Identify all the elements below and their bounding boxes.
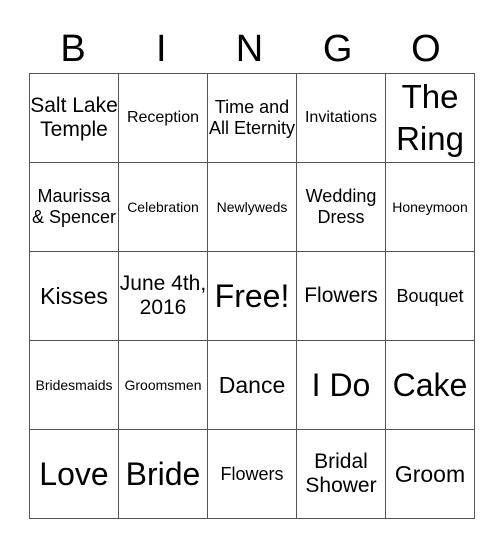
bingo-cell[interactable]: Groom [385, 429, 475, 519]
bingo-cell[interactable]: Cake [385, 340, 475, 430]
bingo-cell[interactable]: Kisses [29, 251, 119, 341]
bingo-cell[interactable]: Bride [118, 429, 208, 519]
bingo-row: Maurissa & Spencer Celebration Newlyweds… [29, 162, 475, 252]
bingo-cell[interactable]: Wedding Dress [296, 162, 386, 252]
bingo-cell[interactable]: Groomsmen [118, 340, 208, 430]
free-space-cell[interactable]: Free! [207, 251, 297, 341]
bingo-cell[interactable]: Celebration [118, 162, 208, 252]
bingo-cell[interactable]: Invitations [296, 73, 386, 163]
bingo-cell[interactable]: Reception [118, 73, 208, 163]
header-letter-g: G [322, 28, 353, 70]
bingo-cell[interactable]: Love [29, 429, 119, 519]
bingo-cell[interactable]: June 4th, 2016 [118, 251, 208, 341]
header-letter-i: I [156, 28, 167, 70]
bingo-cell[interactable]: Maurissa & Spencer [29, 162, 119, 252]
bingo-header: B I N G O [29, 24, 470, 74]
header-letter-o: O [411, 28, 441, 70]
bingo-cell[interactable]: Flowers [296, 251, 386, 341]
bingo-cell[interactable]: Bridal Shower [296, 429, 386, 519]
bingo-cell[interactable]: Time and All Eternity [207, 73, 297, 163]
bingo-cell[interactable]: Dance [207, 340, 297, 430]
bingo-cell[interactable]: Bouquet [385, 251, 475, 341]
header-letter-b: B [60, 28, 86, 70]
header-letter-n: N [235, 28, 264, 70]
bingo-cell[interactable]: Honeymoon [385, 162, 475, 252]
bingo-cell[interactable]: The Ring [385, 73, 475, 163]
bingo-cell[interactable]: Newlyweds [207, 162, 297, 252]
bingo-cell[interactable]: Salt Lake Temple [29, 73, 119, 163]
bingo-row: Love Bride Flowers Bridal Shower Groom [29, 429, 475, 519]
bingo-row: Kisses June 4th, 2016 Free! Flowers Bouq… [29, 251, 475, 341]
bingo-row: Bridesmaids Groomsmen Dance I Do Cake [29, 340, 475, 430]
bingo-cell[interactable]: Bridesmaids [29, 340, 119, 430]
bingo-cell[interactable]: I Do [296, 340, 386, 430]
bingo-cell[interactable]: Flowers [207, 429, 297, 519]
bingo-row: Salt Lake Temple Reception Time and All … [29, 73, 475, 163]
bingo-card-grid: Salt Lake Temple Reception Time and All … [29, 73, 475, 519]
